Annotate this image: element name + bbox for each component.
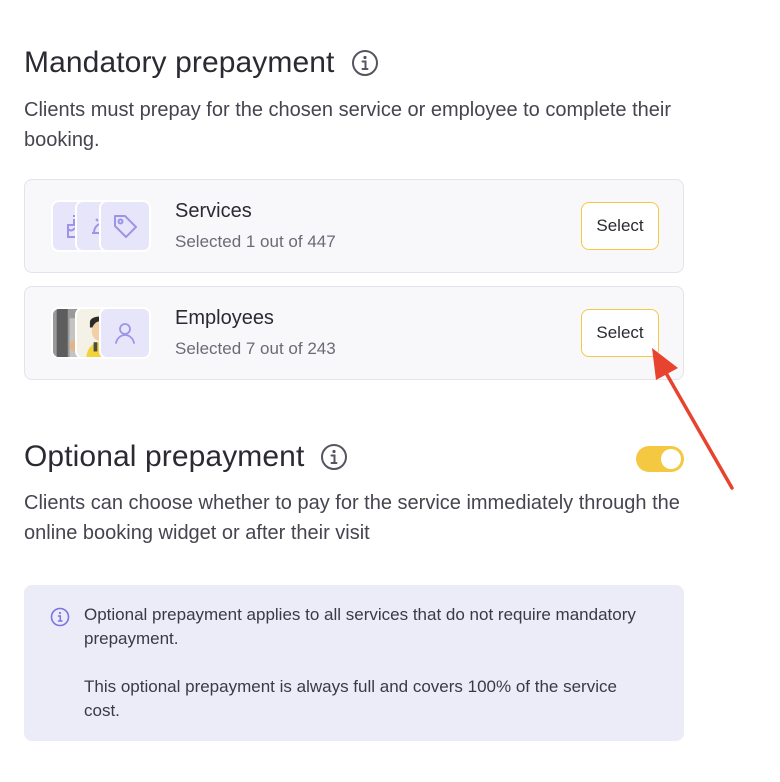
employees-card: Employees Selected 7 out of 243 Select xyxy=(24,286,684,380)
user-icon xyxy=(99,307,151,359)
optional-prepayment-title: Optional prepayment xyxy=(24,440,348,474)
employees-label: Employees xyxy=(175,307,274,329)
services-select-button[interactable]: Select xyxy=(581,202,659,250)
toggle-knob xyxy=(661,449,681,469)
services-status: Selected 1 out of 447 xyxy=(175,232,336,251)
optional-prepayment-notice: Optional prepayment applies to all servi… xyxy=(24,585,684,741)
mandatory-prepayment-title: Mandatory prepayment xyxy=(24,46,379,80)
info-icon[interactable] xyxy=(320,443,348,471)
services-card: Services Selected 1 out of 447 Select xyxy=(24,179,684,273)
optional-prepayment-description: Clients can choose whether to pay for th… xyxy=(24,492,680,544)
services-thumbnails xyxy=(51,200,151,252)
employees-thumbnails xyxy=(51,307,151,359)
arrow-annotation xyxy=(652,348,734,490)
services-label: Services xyxy=(175,200,252,222)
mandatory-prepayment-description: Clients must prepay for the chosen servi… xyxy=(24,99,671,151)
info-icon xyxy=(50,607,70,627)
info-icon[interactable] xyxy=(351,49,379,77)
notice-line-1: Optional prepayment applies to all servi… xyxy=(84,605,636,648)
mandatory-prepayment-title-text: Mandatory prepayment xyxy=(24,46,335,79)
notice-text: Optional prepayment applies to all servi… xyxy=(84,603,654,723)
optional-prepayment-title-text: Optional prepayment xyxy=(24,440,305,473)
employees-status: Selected 7 out of 243 xyxy=(175,339,336,358)
notice-line-2: This optional prepayment is always full … xyxy=(84,677,617,720)
optional-prepayment-toggle[interactable] xyxy=(636,446,684,472)
tag-icon xyxy=(99,200,151,252)
